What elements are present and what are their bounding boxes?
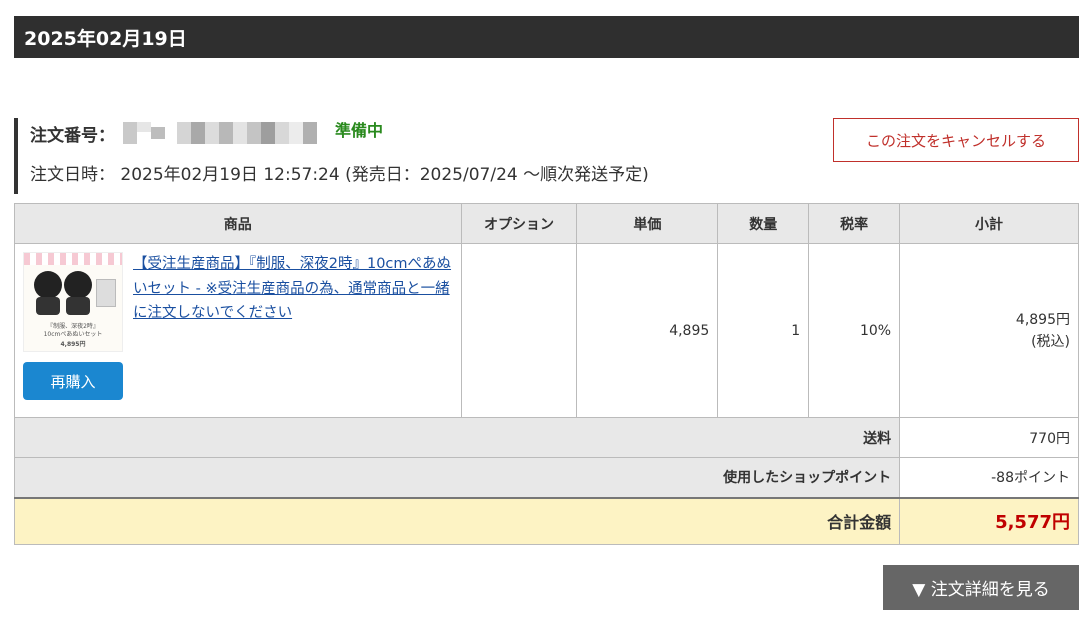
rebuy-button[interactable]: 再購入 [23,362,123,400]
total-row: 合計金額 5,577円 [13,496,1079,545]
header-subtotal: 小計 [899,203,1079,244]
order-number-label: 注文番号： [30,125,115,146]
shipping-label: 送料 [13,417,901,458]
points-value: -88ポイント [899,457,1079,498]
table-row: 『制服、深夜2時』 10cmぺあぬいセット 4,895円 再購入 【受注生産商品… [14,243,1079,418]
total-label: 合計金額 [13,496,901,545]
product-thumbnail[interactable]: 『制服、深夜2時』 10cmぺあぬいセット 4,895円 [23,252,123,352]
header-quantity: 数量 [717,203,810,244]
thumbnail-caption-2: 10cmぺあぬいセット [43,331,103,338]
header-product: 商品 [14,203,462,244]
shipping-value: 770円 [899,417,1079,458]
header-tax-rate: 税率 [808,203,901,244]
order-status-badge: 準備中 [335,121,384,140]
order-date-title: 2025年02月19日 [24,27,187,50]
tax-rate-cell: 10% [808,243,901,418]
order-number-row: 注文番号： 準備中 [30,118,774,148]
view-order-details-button[interactable]: ▼ 注文詳細を見る [883,565,1079,610]
product-cell: 『制服、深夜2時』 10cmぺあぬいセット 4,895円 再購入 【受注生産商品… [14,243,462,418]
header-unit-price: 単価 [576,203,719,244]
thumbnail-price: 4,895円 [60,341,86,348]
unit-price-cell: 4,895 [576,243,719,418]
header-option: オプション [460,203,578,244]
order-datetime: 注文日時： 2025年02月19日 12:57:24 (発売日：2025/07/… [30,165,649,185]
subtotal-cell: 4,895円 (税込) [899,243,1079,418]
subtotal-tax-note: (税込) [1031,333,1070,350]
points-label: 使用したショップポイント [13,457,901,498]
order-items-table: 商品 オプション 単価 数量 税率 小計 『制服、深夜2時』 10cmぺあぬいセ… [13,203,1079,545]
shipping-row: 送料 770円 [13,417,1079,458]
points-row: 使用したショップポイント -88ポイント [13,457,1079,498]
order-number-masked [123,122,317,144]
cancel-order-button[interactable]: この注文をキャンセルする [833,118,1079,162]
option-cell [460,243,578,418]
order-summary: 注文番号： 準備中 注文日時： 2025年02月19日 12:57:24 (発売… [14,118,774,194]
product-name-link[interactable]: 【受注生産商品】『制服、深夜2時』10cmぺあぬいセット - ※受注生産商品の為… [133,252,453,400]
quantity-cell: 1 [717,243,810,418]
table-header-row: 商品 オプション 単価 数量 税率 小計 [14,203,1079,244]
total-value: 5,577円 [899,496,1079,545]
subtotal-value: 4,895円 [1015,311,1070,328]
order-date-header: 2025年02月19日 [14,16,1079,58]
